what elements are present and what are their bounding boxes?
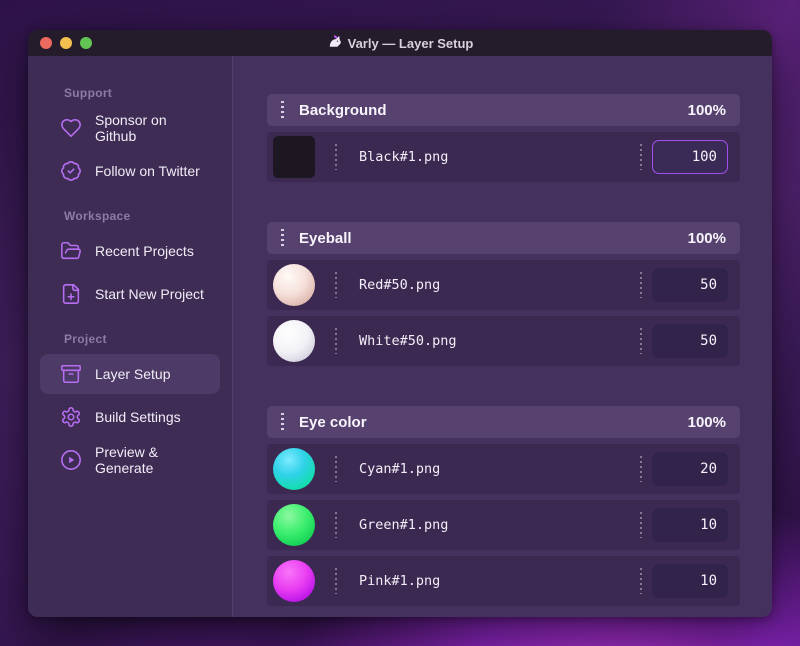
layer-group-opacity: 100% xyxy=(687,413,726,431)
layer-group-eyeball: Eyeball 100% Red#50.png White#50.png xyxy=(267,222,740,366)
sidebar-section-workspace: Workspace Recent Projects Start New Proj… xyxy=(40,209,220,314)
layer-row: Black#1.png xyxy=(267,132,740,182)
layer-group-header: Eye color 100% xyxy=(267,406,740,438)
layer-weight-input[interactable] xyxy=(652,564,728,598)
layer-group-header: Background 100% xyxy=(267,94,740,126)
layer-group-opacity: 100% xyxy=(687,229,726,247)
dotted-divider xyxy=(335,144,337,170)
heart-icon xyxy=(60,117,82,139)
layer-file-name: Black#1.png xyxy=(359,149,449,165)
dotted-divider xyxy=(640,568,642,594)
close-button[interactable] xyxy=(40,37,52,49)
layer-group-name: Eyeball xyxy=(299,229,352,247)
layer-file-name: Pink#1.png xyxy=(359,573,441,589)
dotted-divider xyxy=(640,272,642,298)
sidebar-item-layer-setup[interactable]: Layer Setup xyxy=(40,354,220,394)
sidebar-item-sponsor-on-github[interactable]: Sponsor on Github xyxy=(40,108,220,148)
layer-thumbnail xyxy=(273,560,315,602)
layer-weight-input[interactable] xyxy=(652,452,728,486)
layer-thumbnail xyxy=(273,504,315,546)
desktop-wallpaper: Varly — Layer Setup Support Sponsor on G… xyxy=(0,0,800,646)
layer-file-name: Red#50.png xyxy=(359,277,441,293)
sidebar-item-preview-generate[interactable]: Preview & Generate xyxy=(40,440,220,480)
sidebar-item-label: Build Settings xyxy=(95,409,181,425)
sidebar-item-build-settings[interactable]: Build Settings xyxy=(40,397,220,437)
sidebar-section-support: Support Sponsor on Github Follow on Twit… xyxy=(40,86,220,191)
sidebar-section-label: Support xyxy=(64,86,113,100)
sidebar-item-follow-on-twitter[interactable]: Follow on Twitter xyxy=(40,151,220,191)
sidebar-item-label: Sponsor on Github xyxy=(95,112,167,144)
dotted-divider xyxy=(640,144,642,170)
sidebar-section-project: Project Layer Setup Build Settings Previ… xyxy=(40,332,220,480)
layer-thumbnail xyxy=(273,448,315,490)
layer-weight-input[interactable] xyxy=(652,140,728,174)
sidebar-item-recent-projects[interactable]: Recent Projects xyxy=(40,231,220,271)
layer-row: White#50.png xyxy=(267,316,740,366)
window-title-text: Varly — Layer Setup xyxy=(347,35,474,51)
sidebar-item-label: Follow on Twitter xyxy=(95,163,200,179)
dotted-divider xyxy=(640,456,642,482)
archive-icon xyxy=(60,363,82,385)
layer-group-eye-color: Eye color 100% Cyan#1.png Green#1.png xyxy=(267,406,740,606)
sidebar-item-label: Preview & Generate xyxy=(95,444,159,476)
sidebar-item-label: Layer Setup xyxy=(95,366,171,382)
drag-handle-icon[interactable] xyxy=(281,101,284,119)
layer-row: Pink#1.png xyxy=(267,556,740,606)
play-circle-icon xyxy=(60,449,82,471)
folder-open-icon xyxy=(60,240,82,262)
drag-handle-icon[interactable] xyxy=(281,413,284,431)
layer-weight-input[interactable] xyxy=(652,508,728,542)
window-title: Varly — Layer Setup xyxy=(327,34,474,52)
dotted-divider xyxy=(640,512,642,538)
minimize-button[interactable] xyxy=(60,37,72,49)
zoom-button[interactable] xyxy=(80,37,92,49)
sidebar-item-label: Start New Project xyxy=(95,286,204,302)
sidebar-item-label: Recent Projects xyxy=(95,243,194,259)
layer-group-opacity: 100% xyxy=(687,101,726,119)
dotted-divider xyxy=(335,512,337,538)
dotted-divider xyxy=(335,456,337,482)
layer-group-name: Background xyxy=(299,101,387,119)
unicorn-icon xyxy=(327,34,342,52)
gear-icon xyxy=(60,406,82,428)
sidebar-section-label: Project xyxy=(64,332,107,346)
layer-weight-input[interactable] xyxy=(652,324,728,358)
layer-weight-input[interactable] xyxy=(652,268,728,302)
layer-row: Cyan#1.png xyxy=(267,444,740,494)
dotted-divider xyxy=(335,568,337,594)
badge-check-icon xyxy=(60,160,82,182)
sidebar-section-label: Workspace xyxy=(64,209,131,223)
layer-file-name: Green#1.png xyxy=(359,517,449,533)
dotted-divider xyxy=(335,328,337,354)
layer-thumbnail xyxy=(273,264,315,306)
layer-group-name: Eye color xyxy=(299,413,367,431)
sidebar: Support Sponsor on Github Follow on Twit… xyxy=(28,56,233,617)
dotted-divider xyxy=(640,328,642,354)
dotted-divider xyxy=(335,272,337,298)
layer-file-name: White#50.png xyxy=(359,333,457,349)
layer-thumbnail xyxy=(273,320,315,362)
layer-row: Red#50.png xyxy=(267,260,740,310)
layer-group-header: Eyeball 100% xyxy=(267,222,740,254)
sidebar-item-start-new-project[interactable]: Start New Project xyxy=(40,274,220,314)
layer-file-name: Cyan#1.png xyxy=(359,461,441,477)
app-window: Varly — Layer Setup Support Sponsor on G… xyxy=(28,30,772,617)
layer-setup-panel: Background 100% Black#1.png 100 Eyeball … xyxy=(233,56,772,617)
file-plus-icon xyxy=(60,283,82,305)
layer-group-background: Background 100% Black#1.png xyxy=(267,94,740,182)
layer-thumbnail xyxy=(273,136,315,178)
drag-handle-icon[interactable] xyxy=(281,229,284,247)
traffic-lights xyxy=(40,30,92,56)
titlebar: Varly — Layer Setup xyxy=(28,30,772,56)
layer-row: Green#1.png xyxy=(267,500,740,550)
